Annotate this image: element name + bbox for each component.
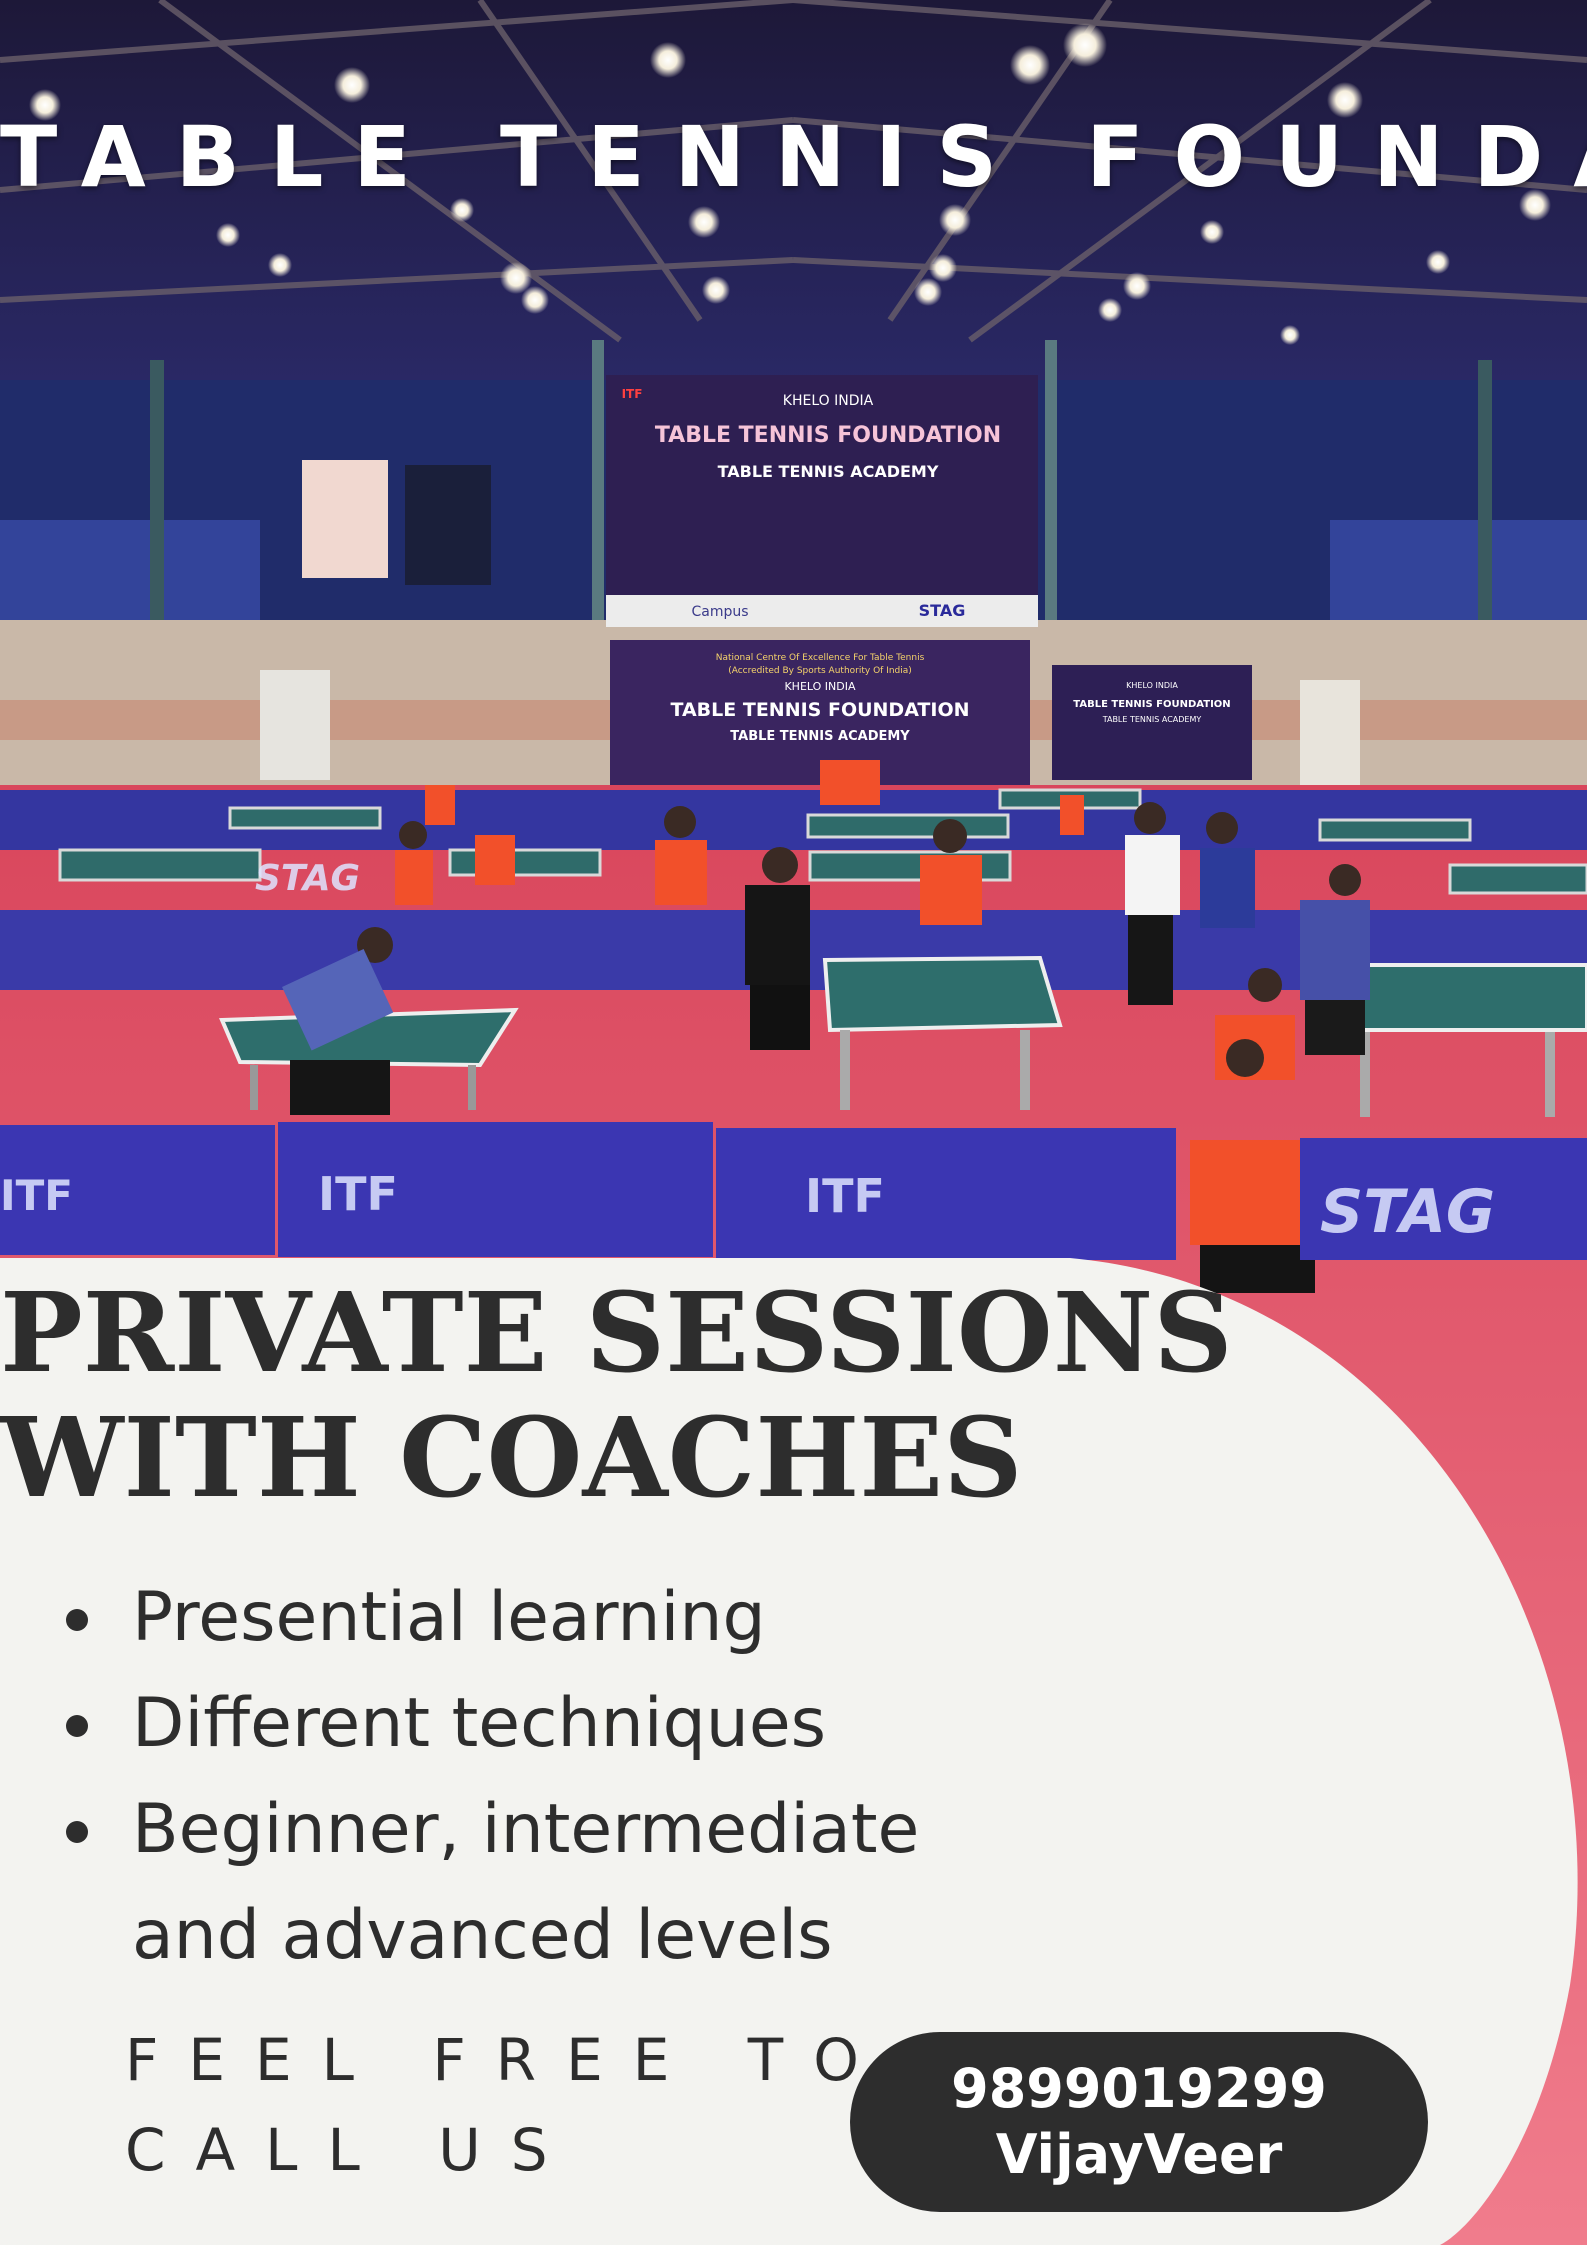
barrier-stag-right: STAG bbox=[1320, 1177, 1495, 1247]
banner-right-line2: TABLE TENNIS FOUNDATION bbox=[1073, 699, 1230, 710]
call-to-action: FEEL FREE TO CALL US bbox=[125, 2015, 889, 2195]
banner-lower-line4: TABLE TENNIS FOUNDATION bbox=[670, 699, 969, 721]
headline-line2: WITH COACHES bbox=[0, 1393, 1023, 1522]
feature-item: Presential learning bbox=[0, 1565, 1100, 1671]
banner-main-line2: TABLE TENNIS FOUNDATION bbox=[655, 423, 1001, 448]
barrier-itf-center: ITF bbox=[318, 1167, 398, 1221]
headline: PRIVATE SESSIONS WITH COACHES bbox=[0, 1270, 1300, 1520]
cta-line2: CALL US bbox=[125, 2116, 578, 2184]
feature-text-line1: Beginner, intermediate bbox=[132, 1790, 920, 1869]
cta-line1: FEEL FREE TO bbox=[125, 2026, 889, 2094]
feature-text-line2: and advanced levels bbox=[132, 1896, 833, 1975]
feature-list: Presential learning Different techniques… bbox=[0, 1565, 1100, 1989]
barrier-stag-far: STAG bbox=[255, 858, 360, 899]
poster: ITF ITF ITF STAG STAG KHELO INDIA TABLE … bbox=[0, 0, 1587, 2245]
banner-main-line3: TABLE TENNIS ACADEMY bbox=[718, 462, 939, 481]
feature-text: Presential learning bbox=[132, 1578, 766, 1657]
barrier-itf-left: ITF bbox=[0, 1171, 73, 1220]
feature-item: Different techniques bbox=[0, 1671, 1100, 1777]
banner-lower-line2: (Accredited By Sports Authority Of India… bbox=[728, 666, 912, 676]
brand-title: TABLE TENNIS FOUNDATION bbox=[0, 108, 1587, 206]
banner-main-sponsor: Campus bbox=[691, 604, 748, 620]
phone-number[interactable]: 9899019299 bbox=[951, 2056, 1327, 2122]
feature-text: Different techniques bbox=[132, 1684, 827, 1763]
contact-name: VijayVeer bbox=[995, 2123, 1283, 2186]
banner-main-line1: KHELO INDIA bbox=[783, 393, 874, 409]
banner-lower-line3: KHELO INDIA bbox=[784, 680, 856, 693]
banner-right-line1: KHELO INDIA bbox=[1126, 681, 1178, 690]
contact-badge[interactable]: 9899019299 VijayVeer bbox=[850, 2032, 1428, 2212]
barrier-itf-right: ITF bbox=[805, 1169, 885, 1223]
headline-line1: PRIVATE SESSIONS bbox=[0, 1268, 1233, 1397]
banner-lower-line1: National Centre Of Excellence For Table … bbox=[716, 653, 925, 663]
banner-itf-logo: ITF bbox=[622, 387, 643, 401]
banner-right-line3: TABLE TENNIS ACADEMY bbox=[1102, 715, 1202, 724]
banner-main-stag: STAG bbox=[919, 601, 966, 620]
banner-lower-line5: TABLE TENNIS ACADEMY bbox=[730, 729, 910, 744]
feature-item: Beginner, intermediate and advanced leve… bbox=[0, 1777, 1100, 1989]
